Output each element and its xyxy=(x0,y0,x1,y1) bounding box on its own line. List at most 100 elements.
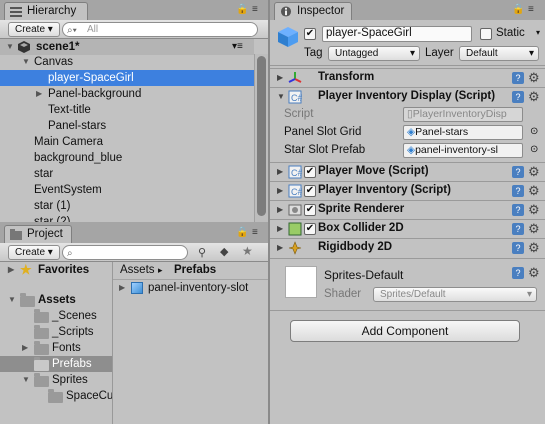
project-search-input[interactable]: ⌕ xyxy=(62,245,188,260)
hierarchy-search-input[interactable]: ⌕▾ All xyxy=(62,22,258,37)
object-picker-icon[interactable]: ⊙ xyxy=(530,144,538,155)
filter-by-type-icon[interactable]: ⚲ xyxy=(198,246,206,259)
gear-icon[interactable]: ⚙ xyxy=(528,183,540,199)
lock-icon[interactable]: 🔒 xyxy=(512,4,524,15)
component-player-move[interactable]: ▶ C# ✔ Player Move (Script) ? ⚙ xyxy=(270,162,545,181)
gear-icon[interactable]: ⚙ xyxy=(528,70,540,86)
favorites-row[interactable]: ▶ ★ Favorites xyxy=(0,262,112,278)
folder-sprites[interactable]: ▼ Sprites xyxy=(0,372,112,388)
component-transform[interactable]: ▶ Transform ? ⚙ xyxy=(270,68,545,87)
lock-icon[interactable]: 🔒 xyxy=(236,4,248,15)
hierarchy-item-eventsystem[interactable]: EventSystem xyxy=(0,182,254,198)
collapse-arrow-icon[interactable]: ▶ xyxy=(22,340,28,356)
gear-icon[interactable]: ⚙ xyxy=(528,240,540,256)
filter-by-label-icon[interactable]: ◆ xyxy=(220,245,228,258)
hierarchy-item-canvas[interactable]: ▼ Canvas xyxy=(0,54,254,70)
component-player-inventory-display[interactable]: ▼ C# Player Inventory Display (Script) ?… xyxy=(270,87,545,106)
hierarchy-item-panel-stars[interactable]: Panel-stars xyxy=(0,118,254,134)
layer-dropdown[interactable]: Default ▾ xyxy=(459,46,539,61)
gear-icon[interactable]: ⚙ xyxy=(528,89,540,105)
help-icon[interactable]: ? xyxy=(512,204,524,216)
tag-dropdown[interactable]: Untagged ▾ xyxy=(328,46,420,61)
pane-menu-icon[interactable]: ≡ xyxy=(252,227,258,238)
hierarchy-item-panel-background[interactable]: ▶ Panel-background xyxy=(0,86,254,102)
hierarchy-item-background-blue[interactable]: background_blue xyxy=(0,150,254,166)
expand-arrow-icon[interactable]: ▼ xyxy=(6,39,14,55)
active-checkbox[interactable]: ✔ xyxy=(304,28,316,40)
info-icon xyxy=(280,6,292,17)
hierarchy-tab[interactable]: Hierarchy xyxy=(4,2,88,20)
hierarchy-scrollbar[interactable] xyxy=(254,54,268,222)
lock-icon[interactable]: 🔒 xyxy=(236,227,248,238)
foldout-arrow-icon[interactable]: ▼ xyxy=(277,92,285,101)
scrollbar-thumb[interactable] xyxy=(257,56,266,216)
hierarchy-item-star-1[interactable]: star (1) xyxy=(0,198,254,214)
collapse-arrow-icon[interactable]: ▶ xyxy=(119,280,125,296)
folder-scripts[interactable]: _Scripts xyxy=(0,324,112,340)
foldout-arrow-icon[interactable]: ▶ xyxy=(277,73,283,82)
folder-fonts[interactable]: ▶ Fonts xyxy=(0,340,112,356)
component-enabled-checkbox[interactable]: ✔ xyxy=(304,166,316,178)
hierarchy-item-star-2[interactable]: star (2) xyxy=(0,214,254,222)
folder-spacecute[interactable]: SpaceCu xyxy=(0,388,113,404)
static-checkbox[interactable] xyxy=(480,28,492,40)
breadcrumb-prefabs[interactable]: Prefabs xyxy=(174,262,216,278)
gear-icon[interactable]: ⚙ xyxy=(528,221,540,237)
assets-row[interactable]: ▼ Assets xyxy=(0,292,112,308)
create-dropdown[interactable]: Create ▾ xyxy=(8,245,60,260)
asset-item-prefab[interactable]: ▶ panel-inventory-slot xyxy=(113,280,268,296)
pane-splitter[interactable] xyxy=(268,0,270,424)
help-icon[interactable]: ? xyxy=(512,185,524,197)
favorite-star-icon[interactable]: ★ xyxy=(242,244,253,258)
star-slot-prefab-field[interactable]: ◈panel-inventory-sl xyxy=(403,143,523,158)
object-name-field[interactable]: player-SpaceGirl xyxy=(322,26,472,42)
expand-arrow-icon[interactable]: ▼ xyxy=(22,54,30,70)
component-enabled-checkbox[interactable]: ✔ xyxy=(304,204,316,216)
gear-icon[interactable]: ⚙ xyxy=(528,202,540,218)
collapse-arrow-icon[interactable]: ▶ xyxy=(8,262,14,278)
collapse-arrow-icon[interactable]: ▶ xyxy=(36,86,42,102)
project-tab[interactable]: Project xyxy=(4,225,72,243)
expand-arrow-icon[interactable]: ▼ xyxy=(8,292,16,308)
gear-icon[interactable]: ⚙ xyxy=(528,164,540,180)
foldout-arrow-icon[interactable]: ▶ xyxy=(277,224,283,233)
gear-icon[interactable]: ⚙ xyxy=(528,265,540,281)
folder-prefabs[interactable]: Prefabs xyxy=(0,356,112,372)
component-player-inventory[interactable]: ▶ C# ✔ Player Inventory (Script) ? ⚙ xyxy=(270,181,545,200)
foldout-arrow-icon[interactable]: ▶ xyxy=(277,167,283,176)
object-picker-icon[interactable]: ⊙ xyxy=(530,126,538,137)
transform-axes-icon xyxy=(288,72,302,83)
component-enabled-checkbox[interactable]: ✔ xyxy=(304,223,316,235)
help-icon[interactable]: ? xyxy=(512,166,524,178)
static-dropdown-icon[interactable]: ▾ xyxy=(536,28,540,37)
create-dropdown[interactable]: Create ▾ xyxy=(8,22,60,37)
hierarchy-item-star[interactable]: star xyxy=(0,166,254,182)
component-enabled-checkbox[interactable]: ✔ xyxy=(304,185,316,197)
foldout-arrow-icon[interactable]: ▶ xyxy=(277,243,283,252)
help-icon[interactable]: ? xyxy=(512,242,524,254)
foldout-arrow-icon[interactable]: ▶ xyxy=(277,186,283,195)
hierarchy-item-player[interactable]: player-SpaceGirl xyxy=(0,70,254,86)
help-icon[interactable]: ? xyxy=(512,223,524,235)
expand-arrow-icon[interactable]: ▼ xyxy=(22,372,30,388)
hierarchy-item-text-title[interactable]: Text-title xyxy=(0,102,254,118)
inspector-tab[interactable]: Inspector xyxy=(274,2,352,20)
help-icon[interactable]: ? xyxy=(512,91,524,103)
shader-value: Sprites/Default xyxy=(380,289,446,300)
component-rigidbody-2d[interactable]: ▶ Rigidbody 2D ? ⚙ xyxy=(270,238,545,257)
foldout-arrow-icon[interactable]: ▶ xyxy=(277,205,283,214)
panel-slot-grid-field[interactable]: ◈Panel-stars xyxy=(403,125,523,140)
pane-menu-icon[interactable]: ≡ xyxy=(528,4,534,15)
hierarchy-item-main-camera[interactable]: Main Camera xyxy=(0,134,254,150)
help-icon[interactable]: ? xyxy=(512,267,524,279)
folder-scenes[interactable]: _Scenes xyxy=(0,308,112,324)
breadcrumb-assets[interactable]: Assets xyxy=(120,262,155,278)
component-sprite-renderer[interactable]: ▶ ✔ Sprite Renderer ? ⚙ xyxy=(270,200,545,219)
help-icon[interactable]: ? xyxy=(512,72,524,84)
pane-menu-icon[interactable]: ≡ xyxy=(252,4,258,15)
component-box-collider-2d[interactable]: ▶ ✔ Box Collider 2D ? ⚙ xyxy=(270,219,545,238)
scene-menu-icon[interactable]: ▾≡ xyxy=(232,39,243,55)
create-label: Create xyxy=(15,24,46,35)
add-component-button[interactable]: Add Component xyxy=(290,320,520,342)
scene-row[interactable]: ▼ scene1* ▾≡ xyxy=(0,39,254,55)
